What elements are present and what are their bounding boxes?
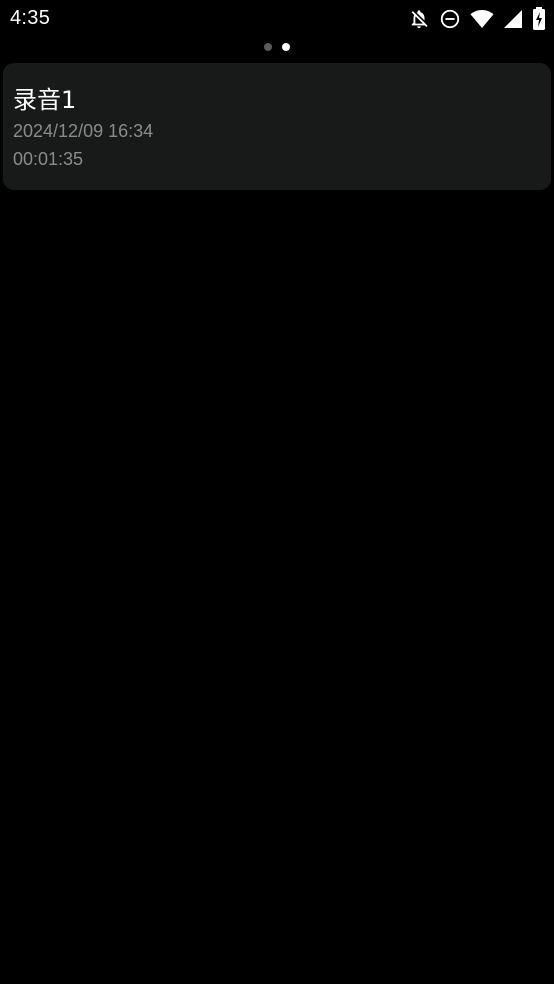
battery-charging-icon <box>532 7 546 31</box>
page-dot-2-active[interactable] <box>282 43 290 51</box>
wifi-icon <box>470 8 494 30</box>
notifications-off-icon <box>408 8 430 30</box>
recording-duration: 00:01:35 <box>13 149 84 169</box>
status-icons <box>408 7 546 31</box>
recording-list-item[interactable]: 录音1 2024/12/09 16:34 00:01:35 <box>3 63 551 190</box>
page-indicator <box>0 43 554 51</box>
status-bar: 4:35 <box>0 0 554 38</box>
signal-icon <box>503 9 523 29</box>
recording-date: 2024/12/09 16:34 <box>13 121 154 141</box>
status-time: 4:35 <box>10 7 51 29</box>
recording-title: 录音1 <box>13 86 77 114</box>
page-dot-1[interactable] <box>264 43 272 51</box>
do-not-disturb-icon <box>439 8 461 30</box>
